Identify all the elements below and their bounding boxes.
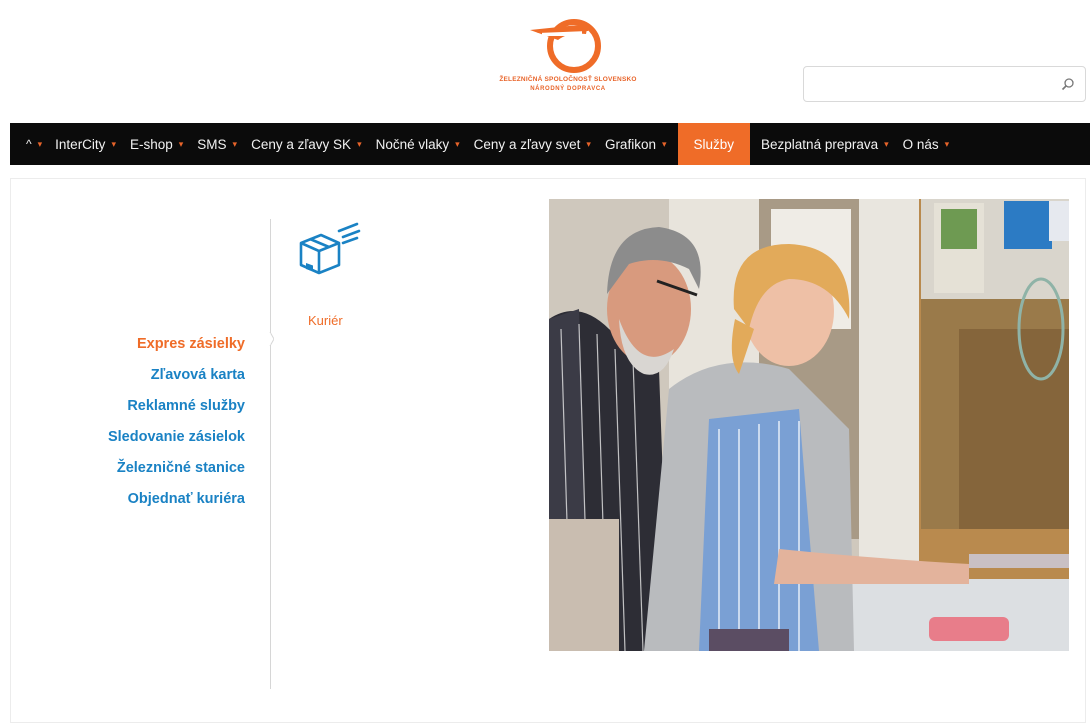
dropdown-caret-icon: ▾ — [661, 138, 667, 149]
vertical-divider — [270, 219, 271, 689]
nav-item-eshop[interactable]: E-shop ▾ — [123, 123, 190, 165]
nav-item-label: Nočné vlaky — [375, 136, 450, 152]
service-label-kurier[interactable]: Kuriér — [308, 313, 343, 328]
courier-box-icon[interactable] — [295, 221, 361, 277]
side-link-expres-zasielky[interactable]: Expres zásielky — [108, 329, 245, 360]
logo-text-tagline: NÁRODNÝ DOPRAVCA — [530, 86, 606, 92]
zssk-logo[interactable]: ŽELEZNIČNÁ SPOLOČNOSŤ SLOVENSKO NÁRODNÝ … — [498, 16, 638, 106]
side-link-zlavova-karta[interactable]: Zľavová karta — [108, 360, 245, 391]
nav-item-label: O nás — [902, 136, 939, 152]
nav-item-label: Ceny a zľavy SK — [251, 136, 352, 152]
services-side-menu: Expres zásielky Zľavová karta Reklamné s… — [108, 329, 245, 515]
search-box[interactable] — [803, 66, 1086, 102]
dropdown-caret-icon: ▾ — [232, 138, 238, 149]
nav-item-sms[interactable]: SMS ▾ — [190, 123, 244, 165]
home-chevron-icon: ^ — [26, 137, 32, 151]
side-link-reklamne-sluzby[interactable]: Reklamné služby — [108, 391, 245, 422]
active-pointer-icon — [266, 332, 274, 346]
dropdown-caret-icon: ▾ — [357, 138, 362, 149]
nav-item-label: SMS — [197, 136, 227, 152]
nav-item-grafikon[interactable]: Grafikon ▾ — [598, 123, 674, 165]
search-icon[interactable] — [1061, 77, 1075, 91]
logo-mark-icon — [530, 19, 601, 73]
nav-item-nocne-vlaky[interactable]: Nočné vlaky ▾ — [369, 123, 467, 165]
nav-item-sluzby[interactable]: Služby — [677, 123, 751, 165]
content-panel: Expres zásielky Zľavová karta Reklamné s… — [10, 178, 1086, 723]
nav-item-o-nas[interactable]: O nás ▾ — [896, 123, 957, 165]
nav-item-ceny-svet[interactable]: Ceny a zľavy svet ▾ — [467, 123, 598, 165]
search-input[interactable] — [812, 67, 1056, 101]
nav-item-bezplatna-preprava[interactable]: Bezplatná preprava ▾ — [754, 123, 896, 165]
people-at-ticket-counter-photo — [549, 199, 1069, 651]
dropdown-caret-icon: ▾ — [884, 138, 889, 149]
dropdown-caret-icon: ▾ — [111, 138, 116, 149]
nav-item-label: Služby — [693, 136, 735, 152]
side-link-zeleznicne-stanice[interactable]: Železničné stanice — [108, 453, 245, 484]
nav-item-label: E-shop — [129, 136, 173, 152]
nav-item-label: Ceny a zľavy svet — [473, 136, 581, 152]
dropdown-caret-icon: ▾ — [37, 138, 43, 149]
nav-item-ceny-sk[interactable]: Ceny a zľavy SK ▾ — [244, 123, 369, 165]
side-link-objednat-kuriera[interactable]: Objednať kuriéra — [108, 484, 245, 515]
nav-home[interactable]: ^ ▾ — [10, 123, 48, 165]
nav-item-label: Bezplatná preprava — [761, 136, 879, 152]
nav-item-intercity[interactable]: InterCity ▾ — [48, 123, 123, 165]
nav-item-label: Grafikon — [604, 136, 656, 152]
dropdown-caret-icon: ▾ — [455, 138, 460, 149]
logo-text-company: ŽELEZNIČNÁ SPOLOČNOSŤ SLOVENSKO — [499, 76, 637, 83]
nav-item-label: InterCity — [55, 136, 106, 152]
dropdown-caret-icon: ▾ — [586, 138, 591, 149]
dropdown-caret-icon: ▾ — [944, 138, 950, 149]
dropdown-caret-icon: ▾ — [178, 138, 184, 149]
main-navigation: ^ ▾ InterCity ▾ E-shop ▾ SMS ▾ Ceny a zľavy … — [10, 123, 1090, 165]
side-link-sledovanie-zasielok[interactable]: Sledovanie zásielok — [108, 422, 245, 453]
